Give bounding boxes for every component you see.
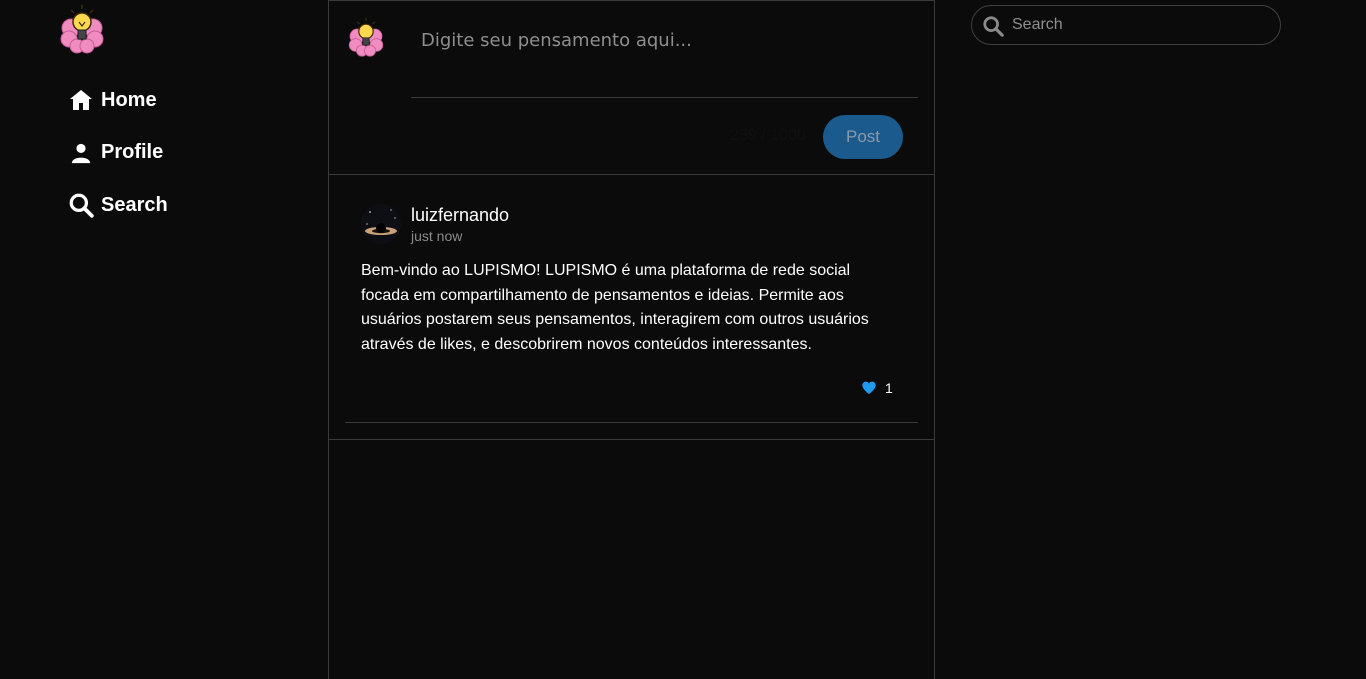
post-author-avatar[interactable] [361,204,401,244]
search-icon [983,16,1004,37]
sidebar-item-profile[interactable]: Profile [68,139,168,167]
sidebar-item-search[interactable]: Search [68,191,168,219]
post-body: Bem-vindo ao LUPISMO! LUPISMO é uma plat… [361,262,869,353]
search-bar [971,5,1281,45]
sidebar: Home Profile Search [0,0,328,679]
post-card: luizfernando just now Bem-vindo ao LUPIS… [329,175,934,440]
post-button[interactable]: Post [823,115,903,159]
like-count: 1 [885,380,893,396]
thought-input[interactable] [411,19,918,98]
sidebar-item-label: Home [101,88,157,111]
char-counter: 259 / 1000 [730,127,806,144]
like-button[interactable]: 1 [861,380,893,396]
feed-column: 259 / 1000 Post luizfernando just now Be… [328,0,935,679]
app-root: Home Profile Search Digite seu pensament… [0,0,1366,679]
heart-icon [862,381,876,394]
sidebar-item-label: Search [101,193,168,216]
post-composer: 259 / 1000 Post [329,0,934,175]
home-icon [68,87,94,113]
user-avatar [347,17,385,57]
user-icon [68,140,94,166]
lupismo-logo[interactable] [59,4,105,54]
main-nav: Home Profile Search [68,86,168,244]
post-timestamp: just now [411,228,463,244]
post-username[interactable]: luizfernando [411,205,509,226]
post-divider [345,422,918,423]
sidebar-item-home[interactable]: Home [68,86,168,114]
search-icon [68,192,94,218]
sidebar-item-label: Profile [101,141,164,163]
search-input[interactable] [1012,6,1272,44]
